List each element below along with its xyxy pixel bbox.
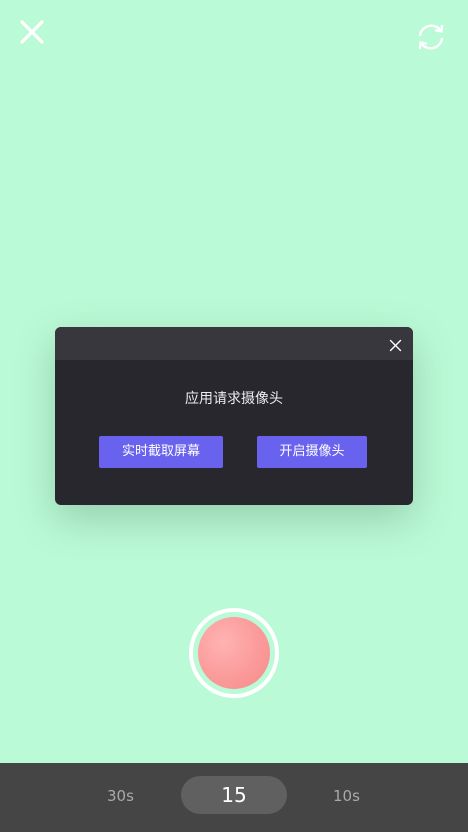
duration-option-selected[interactable]: 15 bbox=[181, 776, 287, 814]
camera-request-dialog: 应用请求摄像头 实时截取屏幕 开启摄像头 bbox=[55, 327, 413, 505]
camera-switch-icon bbox=[418, 24, 444, 50]
switch-camera-button[interactable] bbox=[414, 20, 448, 54]
close-icon bbox=[389, 339, 402, 352]
dialog-header bbox=[55, 327, 413, 360]
record-dot bbox=[198, 617, 270, 689]
open-camera-button[interactable]: 开启摄像头 bbox=[257, 436, 367, 468]
record-button[interactable] bbox=[189, 608, 279, 698]
duration-option-30s[interactable]: 30s bbox=[107, 786, 134, 806]
dialog-message: 应用请求摄像头 bbox=[185, 391, 283, 407]
screen-capture-button[interactable]: 实时截取屏幕 bbox=[99, 436, 223, 468]
duration-option-10s[interactable]: 10s bbox=[333, 786, 360, 806]
close-icon bbox=[20, 20, 44, 44]
duration-bar: 30s 15 10s bbox=[0, 763, 468, 832]
dialog-close-button[interactable] bbox=[389, 337, 402, 352]
close-button[interactable] bbox=[16, 16, 48, 48]
